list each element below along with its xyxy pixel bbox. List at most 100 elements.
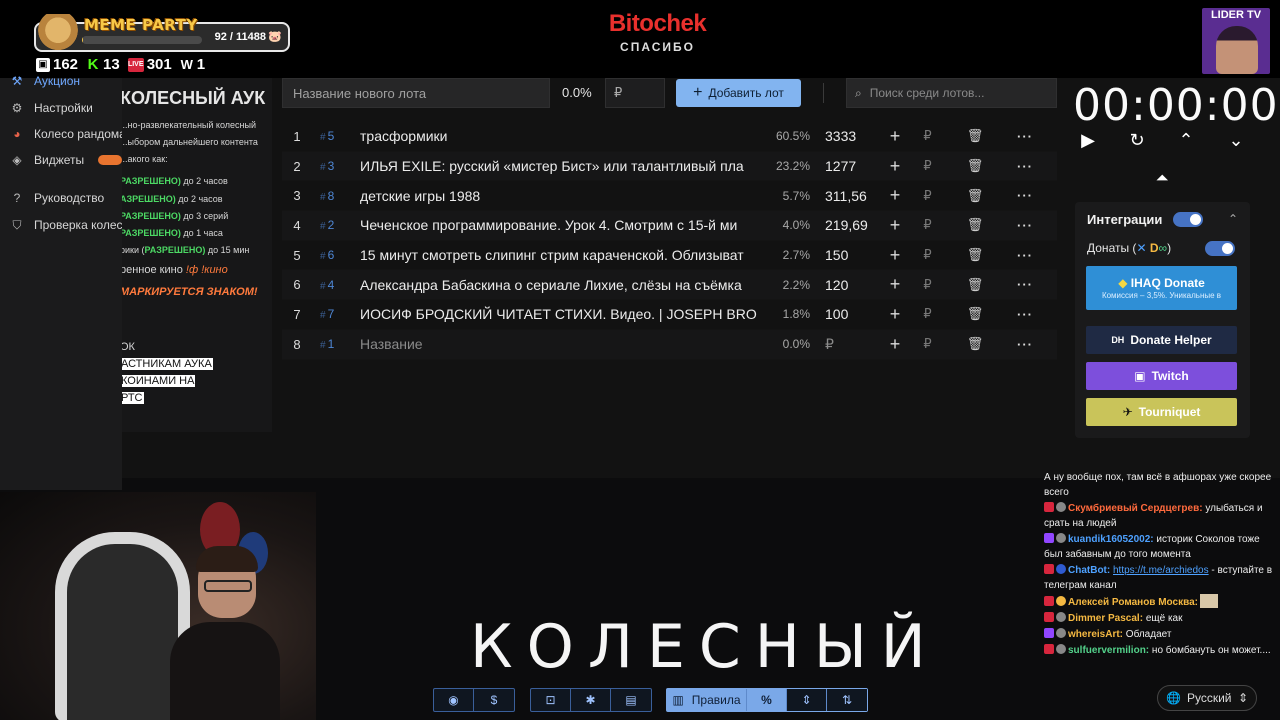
github-icon[interactable]: ◉ (434, 689, 474, 711)
gavel-icon: ⚒ (11, 74, 23, 88)
lot-amount[interactable]: 1277 (810, 158, 880, 174)
emote-icon (1200, 594, 1219, 608)
integrations-toggle[interactable] (1173, 212, 1203, 227)
language-select[interactable]: 🌐 Русский ⇕ (1157, 685, 1257, 711)
add-amount-button[interactable]: + (880, 245, 910, 266)
ruble-icon[interactable]: ₽ (910, 247, 945, 263)
delete-icon[interactable]: 🗑 (945, 277, 1005, 293)
twitch-button[interactable]: ▣ Twitch (1086, 362, 1237, 390)
restart-icon[interactable]: ↻ (1124, 127, 1150, 153)
more-icon[interactable]: ··· (1005, 307, 1045, 322)
webcam-feed (0, 492, 316, 720)
sidebar-item-check-wheel[interactable]: ⛉ Проверка колеса (10, 218, 122, 232)
lot-row: 6 #4 Александра Бабаскина о сериале Лихие,… (282, 270, 1057, 301)
ruble-icon[interactable]: ₽ (910, 277, 945, 293)
delete-icon[interactable]: 🗑 (945, 306, 1005, 322)
ruble-icon[interactable]: ₽ (910, 158, 945, 174)
new-lot-percent: 0.0% (562, 85, 592, 100)
add-amount-button[interactable]: + (880, 334, 910, 355)
more-icon[interactable]: ··· (1005, 129, 1045, 144)
rules-button[interactable]: ▥ Правила (667, 689, 747, 711)
tourniquet-button[interactable]: ✈ Tourniquet (1086, 398, 1237, 426)
lot-name[interactable]: ИЛЬЯ EXILE: русский «мистер Бист» или та… (360, 158, 760, 174)
lot-name[interactable]: детские игры 1988 (360, 188, 760, 204)
new-lot-amount-input[interactable]: ₽ (605, 78, 665, 108)
lot-name[interactable]: ИОСИФ БРОДСКИЙ ЧИТАЕТ СТИХИ. Видео. | JO… (360, 306, 760, 322)
lot-id-value: 6 (327, 248, 335, 263)
ruble-icon[interactable]: ₽ (910, 217, 945, 233)
donate-helper-button[interactable]: DH Donate Helper (1086, 326, 1237, 354)
lot-amount[interactable]: 3333 (810, 128, 880, 144)
sidebar-item-auction[interactable]: ⚒ Аукцион (10, 74, 122, 88)
chevron-down-icon[interactable]: ⌄ (1223, 127, 1249, 153)
more-icon[interactable]: ··· (1005, 337, 1045, 352)
delete-icon[interactable]: 🗑 (945, 188, 1005, 204)
add-amount-button[interactable]: + (880, 126, 910, 147)
more-icon[interactable]: ··· (1005, 248, 1045, 263)
stream-chat: А ну вообще пох, там всё в афшорах уже с… (1044, 470, 1280, 685)
play-icon[interactable]: ▶ (1075, 127, 1101, 153)
add-amount-button[interactable]: + (880, 156, 910, 177)
stat-value: 13 (103, 56, 120, 73)
integrations-panel: Интеграции ⌃ Донаты (✕ D∞) ◆ IHAQ Donate… (1075, 202, 1250, 438)
lot-amount[interactable]: 311,56 (810, 188, 880, 204)
sidebar-item-widgets[interactable]: ◈ Виджеты (10, 153, 122, 167)
more-icon[interactable]: ··· (1005, 277, 1045, 292)
new-lot-name-input[interactable] (282, 78, 550, 108)
lots-table: 1 #5 трасформики 60.5% 3333 + ₽ 🗑 ··· 2 #3 ИЛЬЯ EX… (282, 122, 1057, 360)
sidebar-item-guide[interactable]: ? Руководство (10, 191, 122, 205)
lot-amount[interactable]: 219,69 (810, 217, 880, 233)
ihaq-commission: Комиссия – 3,5%. Уникальные в (1101, 291, 1222, 300)
search-lots-input[interactable] (869, 86, 1040, 100)
lot-amount[interactable]: 150 (810, 247, 880, 263)
bug-icon[interactable]: ✱ (571, 689, 611, 711)
ruble-icon[interactable]: ₽ (910, 128, 945, 144)
percent-icon[interactable]: % (747, 689, 787, 711)
add-amount-button[interactable]: + (880, 274, 910, 295)
add-amount-button[interactable]: + (880, 185, 910, 206)
lot-name[interactable]: Александра Бабаскина о сериале Лихие, сл… (360, 277, 760, 293)
ihaq-donate-button[interactable]: ◆ IHAQ Donate Комиссия – 3,5%. Уникальны… (1086, 266, 1237, 310)
more-icon[interactable]: ··· (1005, 188, 1045, 203)
donates-toggle[interactable] (1205, 241, 1235, 256)
chat-message: sulfuervermilion: но бомбануть он может.… (1044, 643, 1280, 658)
lot-amount[interactable]: 120 (810, 277, 880, 293)
chevron-up-icon[interactable]: ⌃ (1173, 127, 1199, 153)
lot-name-placeholder[interactable]: Название (360, 336, 760, 352)
lot-name[interactable]: 15 минут смотреть слипинг стрим караченс… (360, 247, 760, 263)
delete-icon[interactable]: 🗑 (945, 247, 1005, 263)
add-amount-button[interactable]: + (880, 304, 910, 325)
lot-amount[interactable]: 100 (810, 306, 880, 322)
save-icon[interactable]: ⊡ (531, 689, 571, 711)
lider-avatar-icon (1216, 26, 1258, 74)
sidebar-item-wheel[interactable]: ◕ Колесо рандома (10, 127, 122, 141)
ruble-icon[interactable]: ₽ (910, 188, 945, 204)
delete-icon[interactable]: 🗑 (945, 158, 1005, 174)
dollar-icon[interactable]: $ (474, 689, 514, 711)
collapse-up-icon[interactable]: ⏶ (1150, 170, 1174, 192)
archive-icon[interactable]: ▤ (611, 689, 651, 711)
sidebar-item-settings[interactable]: ⚙ Настройки (10, 101, 122, 115)
ruble-icon[interactable]: ₽ (910, 306, 945, 322)
chat-link[interactable]: https://t.me/archiedos (1113, 565, 1209, 576)
add-lot-button[interactable]: + Добавить лот (676, 79, 801, 107)
add-amount-button[interactable]: + (880, 215, 910, 236)
ruble-icon[interactable]: ₽ (910, 336, 945, 352)
lot-amount-placeholder[interactable]: ₽ (810, 336, 880, 353)
more-icon[interactable]: ··· (1005, 218, 1045, 233)
more-icon[interactable]: ··· (1005, 159, 1045, 174)
split-icon[interactable]: ⇕ (787, 689, 827, 711)
chevron-up-icon[interactable]: ⌃ (1228, 212, 1238, 226)
chat-text: ещё как (1143, 613, 1183, 624)
highlight-text: КОИНАМИ НА (122, 375, 196, 387)
delete-icon[interactable]: 🗑 (945, 217, 1005, 233)
sort-icon[interactable]: ⇅ (827, 689, 867, 711)
avatar (1056, 596, 1066, 606)
stat-live: LIVE 301 (127, 56, 172, 73)
lot-name[interactable]: Чеченское программирование. Урок 4. Смот… (360, 217, 760, 233)
lot-name[interactable]: трасформики (360, 128, 760, 144)
delete-icon[interactable]: 🗑 (945, 128, 1005, 144)
delete-icon[interactable]: 🗑 (945, 336, 1005, 352)
rules-icon: ▥ (672, 693, 684, 707)
search-lots[interactable]: ⌕ (846, 78, 1057, 108)
